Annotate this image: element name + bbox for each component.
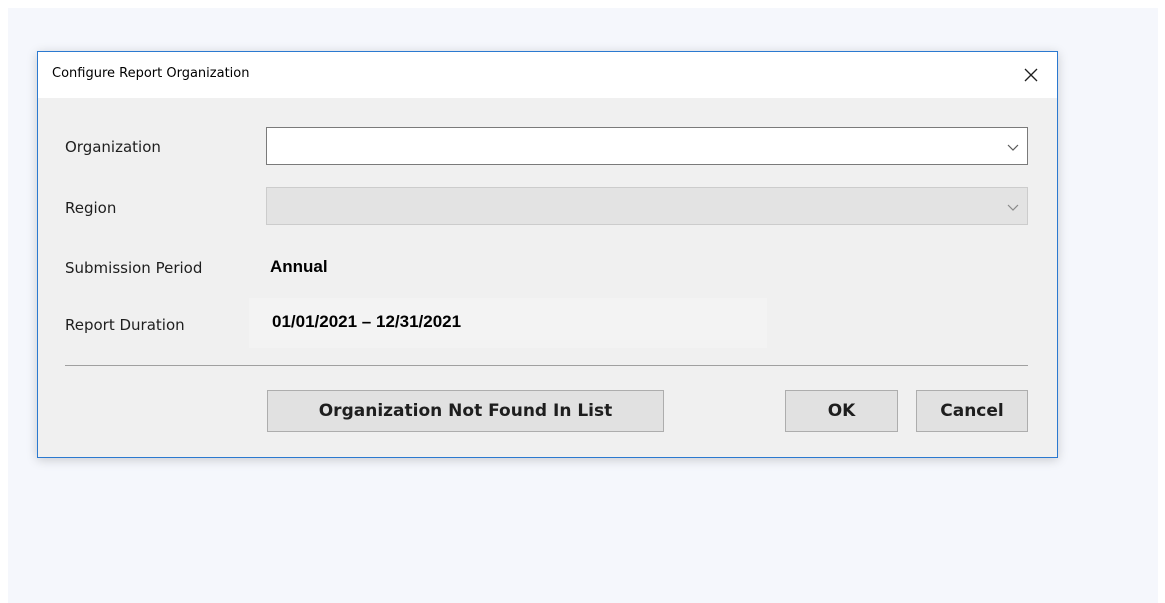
configure-report-dialog: Configure Report Organization Organizati… <box>37 51 1058 458</box>
region-dropdown[interactable] <box>266 187 1028 225</box>
separator-line <box>65 365 1028 366</box>
submission-period-label: Submission Period <box>65 259 203 277</box>
cancel-button[interactable]: Cancel <box>916 390 1028 432</box>
report-duration-label: Report Duration <box>65 316 185 334</box>
dialog-title: Configure Report Organization <box>52 66 250 81</box>
organization-dropdown[interactable] <box>266 127 1028 165</box>
dialog-title-bar: Configure Report Organization <box>38 52 1057 98</box>
close-icon <box>1024 68 1038 82</box>
region-label: Region <box>65 199 117 217</box>
organization-not-found-button[interactable]: Organization Not Found In List <box>267 390 664 432</box>
close-button[interactable] <box>1008 55 1054 95</box>
ok-button[interactable]: OK <box>785 390 898 432</box>
organization-label: Organization <box>65 138 161 156</box>
report-duration-field: 01/01/2021 – 12/31/2021 <box>249 298 767 348</box>
submission-period-value: Annual <box>270 257 328 276</box>
report-duration-value: 01/01/2021 – 12/31/2021 <box>272 312 462 331</box>
chevron-down-icon <box>1007 144 1019 151</box>
chevron-down-icon <box>1007 204 1019 211</box>
